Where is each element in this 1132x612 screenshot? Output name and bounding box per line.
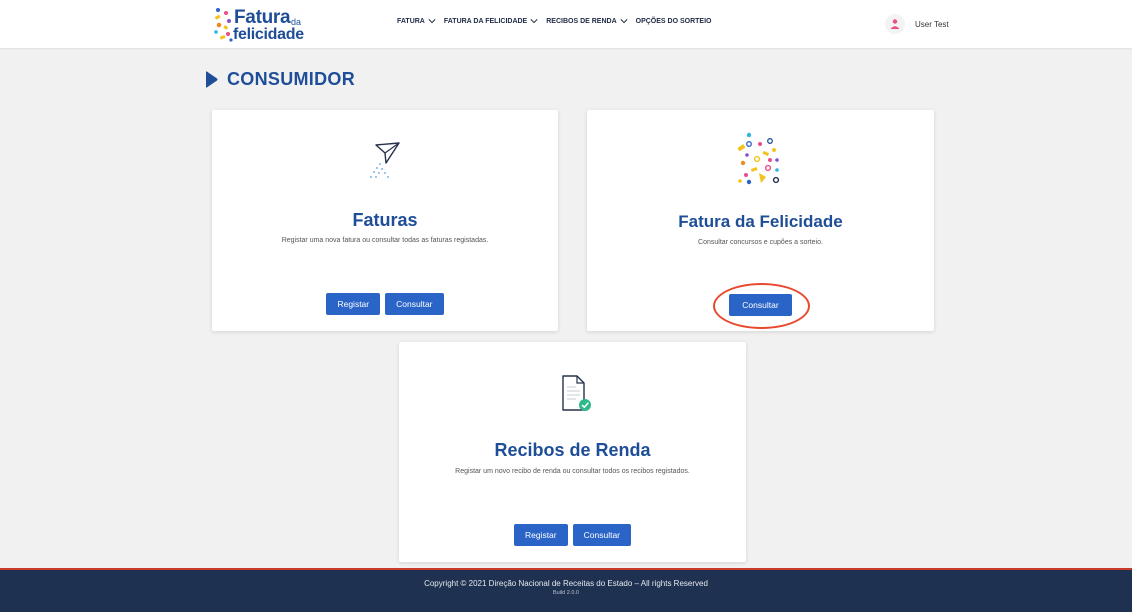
card-title: Fatura da Felicidade (678, 212, 843, 231)
paper-plane-icon (370, 142, 400, 178)
chevron-down-icon (620, 19, 628, 24)
brand-logo[interactable]: Fatura da felicidade (212, 4, 322, 46)
registar-button[interactable]: Registar (326, 293, 381, 315)
consultar-button[interactable]: Consultar (572, 524, 632, 546)
card-actions: Registar Consultar (399, 524, 746, 546)
card-faturas: Faturas Registar uma nova fatura ou cons… (212, 110, 558, 331)
card-recibos-de-renda: Recibos de Renda Registar um novo recibo… (399, 342, 746, 562)
footer: Copyright © 2021 Direção Nacional de Rec… (0, 568, 1132, 612)
nav-item-label: FATURA (397, 17, 425, 25)
nav-item-fatura-da-felicidade[interactable]: FATURA DA FELICIDADE (444, 17, 538, 25)
top-header: Fatura da felicidade FATURA FATURA DA FE… (0, 0, 1132, 48)
card-description: Consultar concursos e cupões a sorteio. (698, 239, 823, 246)
card-description: Registar um novo recibo de renda ou cons… (455, 468, 690, 475)
card-description: Registar uma nova fatura ou consultar to… (281, 237, 489, 244)
footer-copyright: Copyright © 2021 Direção Nacional de Rec… (424, 579, 708, 588)
user-menu[interactable]: User Test (885, 14, 949, 34)
play-arrow-icon (206, 71, 218, 88)
logo-text-felicidade: felicidade (233, 26, 304, 43)
card-actions: Registar Consultar (212, 293, 558, 315)
card-title: Faturas (352, 210, 418, 230)
chevron-down-icon (428, 19, 436, 24)
nav-item-label: FATURA DA FELICIDADE (443, 17, 528, 25)
nav-item-fatura[interactable]: FATURA (397, 17, 436, 25)
footer-build: Build 2.0.0 (553, 590, 579, 596)
user-name: User Test (915, 19, 949, 29)
confetti-logo-icon (214, 8, 233, 42)
page-title-text: CONSUMIDOR (227, 69, 355, 89)
nav-item-label: OPÇÕES DO SORTEIO (635, 17, 712, 25)
confetti-icon (737, 132, 780, 185)
nav-item-label: RECIBOS DE RENDA (546, 17, 617, 25)
nav-item-recibos-de-renda[interactable]: RECIBOS DE RENDA (546, 17, 628, 25)
document-check-icon (562, 375, 591, 411)
main-nav: FATURA FATURA DA FELICIDADE RECIBOS DE R… (397, 17, 712, 25)
registar-button[interactable]: Registar (513, 524, 568, 546)
card-fatura-da-felicidade: Fatura da Felicidade Consultar concursos… (587, 110, 934, 331)
consultar-button[interactable]: Consultar (729, 294, 792, 316)
card-title: Recibos de Renda (494, 440, 651, 460)
avatar (885, 14, 905, 34)
page-title: CONSUMIDOR (205, 69, 355, 90)
chevron-down-icon (530, 19, 538, 24)
user-icon (890, 19, 900, 29)
consultar-button[interactable]: Consultar (385, 293, 444, 315)
nav-item-opcoes-do-sorteio[interactable]: OPÇÕES DO SORTEIO (636, 17, 712, 25)
card-actions: Consultar (587, 294, 934, 316)
